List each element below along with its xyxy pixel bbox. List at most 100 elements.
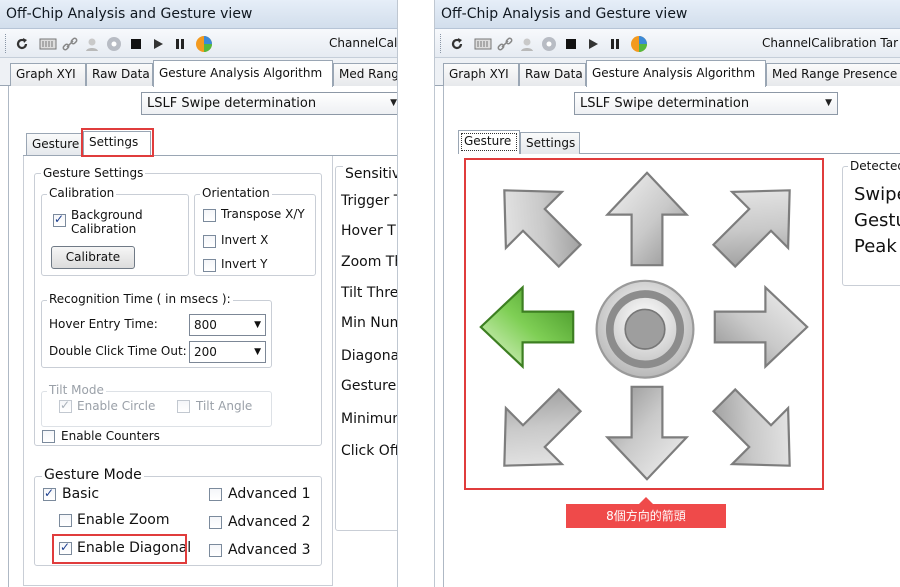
invert-x-checkbox[interactable] xyxy=(203,235,216,248)
advanced-3-label: Advanced 3 xyxy=(228,542,311,558)
arrow-up-right-icon xyxy=(702,168,812,278)
channel-calibration-label[interactable]: ChannelCal xyxy=(329,36,397,50)
background-calibration-checkbox[interactable] xyxy=(53,212,66,227)
user-icon[interactable] xyxy=(82,34,102,53)
algorithm-select[interactable]: LSLF Swipe determination ▼ xyxy=(574,92,838,115)
recognition-time-title: Recognition Time ( in msecs ): xyxy=(47,292,233,306)
link-icon[interactable] xyxy=(495,34,515,53)
algorithm-select-value: LSLF Swipe determination xyxy=(580,96,750,111)
double-click-value: 200 xyxy=(194,345,217,359)
algorithm-select[interactable]: LSLF Swipe determination ▼ xyxy=(141,92,397,115)
link-icon[interactable] xyxy=(60,34,80,53)
settings-tab-highlight xyxy=(81,128,154,157)
advanced-1-label: Advanced 1 xyxy=(228,486,311,502)
tab-content: LSLF Swipe determination ▼ Gesture Setti… xyxy=(443,86,900,587)
refresh-icon[interactable] xyxy=(12,34,32,53)
tab-graph-xyi[interactable]: Graph XYI xyxy=(10,63,86,86)
annotation-callout: 8個方向的箭頭 xyxy=(566,497,726,528)
basic-label: Basic xyxy=(62,486,100,502)
disc-icon[interactable] xyxy=(539,34,559,53)
tab-med-range-presence[interactable]: Med Range Presence xyxy=(766,63,900,86)
memory-icon[interactable] xyxy=(473,34,493,53)
invert-y-checkbox[interactable] xyxy=(203,259,216,272)
toolbar-grip[interactable] xyxy=(440,34,443,53)
tab-raw-data[interactable]: Raw Data xyxy=(86,63,153,86)
enable-zoom-checkbox[interactable] xyxy=(59,514,72,527)
tab-raw-data[interactable]: Raw Data xyxy=(519,63,586,86)
double-click-label: Double Click Time Out: xyxy=(49,344,187,358)
detected-gesture: Gestu xyxy=(854,210,900,231)
chevron-down-icon: ▼ xyxy=(254,320,261,330)
enable-circle-checkbox[interactable] xyxy=(59,398,72,413)
background-calibration-label: Background Calibration xyxy=(71,208,143,236)
toolbar: ChannelCalibration Tar xyxy=(435,29,900,58)
tab-graph-xyi[interactable]: Graph XYI xyxy=(443,63,519,86)
tilt-angle-checkbox[interactable] xyxy=(177,400,190,413)
channel-calibration-label[interactable]: ChannelCalibration Tar xyxy=(762,36,898,50)
subtab-gesture[interactable]: Gesture xyxy=(458,130,520,154)
advanced-1-checkbox[interactable] xyxy=(209,488,222,501)
user-icon[interactable] xyxy=(517,34,537,53)
pause-icon[interactable] xyxy=(605,34,625,53)
memory-icon[interactable] xyxy=(38,34,58,53)
enable-counters-checkbox[interactable] xyxy=(42,430,55,443)
tab-med-range[interactable]: Med Rang xyxy=(333,63,397,86)
zoom-threshold-label: Zoom Th xyxy=(341,254,398,270)
stop-icon[interactable] xyxy=(126,34,146,53)
window-title: Off-Chip Analysis and Gesture view xyxy=(0,0,397,29)
algorithm-select-value: LSLF Swipe determination xyxy=(147,96,317,111)
subtab-settings[interactable]: Settings xyxy=(520,132,580,154)
hover-threshold-label: Hover Th xyxy=(341,223,397,239)
minimum-label: Minimum xyxy=(341,411,397,427)
tilt-mode-title: Tilt Mode xyxy=(47,383,106,397)
basic-checkbox[interactable] xyxy=(43,486,56,501)
play-icon[interactable] xyxy=(148,34,168,53)
arrow-down-icon xyxy=(592,378,702,488)
enable-diagonal-highlight xyxy=(52,534,187,564)
click-off-label: Click Off xyxy=(341,443,398,459)
advanced-3-checkbox[interactable] xyxy=(209,544,222,557)
invert-y-label: Invert Y xyxy=(221,257,268,271)
main-tabstrip: Graph XYI Raw Data Gesture Analysis Algo… xyxy=(0,58,397,87)
double-click-select[interactable]: 200 ▼ xyxy=(189,341,266,363)
disc-icon[interactable] xyxy=(104,34,124,53)
advanced-2-label: Advanced 2 xyxy=(228,514,311,530)
gesture-mode-title: Gesture Mode xyxy=(42,467,144,483)
detected-swipe: Swipe xyxy=(854,184,900,205)
advanced-2-checkbox[interactable] xyxy=(209,516,222,529)
detected-peak: Peak xyxy=(854,236,897,257)
chevron-down-icon: ▼ xyxy=(825,98,832,108)
tab-gesture-analysis[interactable]: Gesture Analysis Algorithm xyxy=(153,60,333,87)
enable-circle-label: Enable Circle xyxy=(77,399,156,413)
invert-x-label: Invert X xyxy=(221,233,269,247)
tab-content: LSLF Swipe determination ▼ Gesture Setti… xyxy=(8,86,397,587)
arrow-up-left-icon xyxy=(482,168,592,278)
arrow-left-active-icon xyxy=(472,272,582,382)
refresh-icon[interactable] xyxy=(447,34,467,53)
color-wheel-icon[interactable] xyxy=(194,34,214,53)
play-icon[interactable] xyxy=(583,34,603,53)
tab-gesture-analysis[interactable]: Gesture Analysis Algorithm xyxy=(586,60,766,87)
stop-icon[interactable] xyxy=(561,34,581,53)
main-tabstrip: Graph XYI Raw Data Gesture Analysis Algo… xyxy=(435,58,900,87)
center-target-icon xyxy=(590,272,700,382)
diagonal-label: Diagona xyxy=(341,348,398,364)
pause-icon[interactable] xyxy=(170,34,190,53)
calibrate-button[interactable]: Calibrate xyxy=(51,246,135,269)
calibration-title: Calibration xyxy=(47,186,117,200)
tilt-angle-label: Tilt Angle xyxy=(196,399,253,413)
subtab-gesture[interactable]: Gesture xyxy=(26,133,83,155)
window-title: Off-Chip Analysis and Gesture view xyxy=(435,0,900,29)
min-num-label: Min Num xyxy=(341,315,398,331)
hover-entry-select[interactable]: 800 ▼ xyxy=(189,314,266,336)
color-wheel-icon[interactable] xyxy=(629,34,649,53)
arrow-up-icon xyxy=(592,164,702,274)
toolbar: ChannelCal xyxy=(0,29,397,58)
tilt-threshold-label: Tilt Thre xyxy=(341,285,398,301)
trigger-threshold-label: Trigger T xyxy=(341,193,398,209)
chevron-down-icon: ▼ xyxy=(390,98,397,108)
sensitivity-title: Sensitiv xyxy=(343,166,397,182)
transpose-checkbox[interactable] xyxy=(203,209,216,222)
toolbar-grip[interactable] xyxy=(5,34,8,53)
arrow-down-left-icon xyxy=(482,378,592,488)
